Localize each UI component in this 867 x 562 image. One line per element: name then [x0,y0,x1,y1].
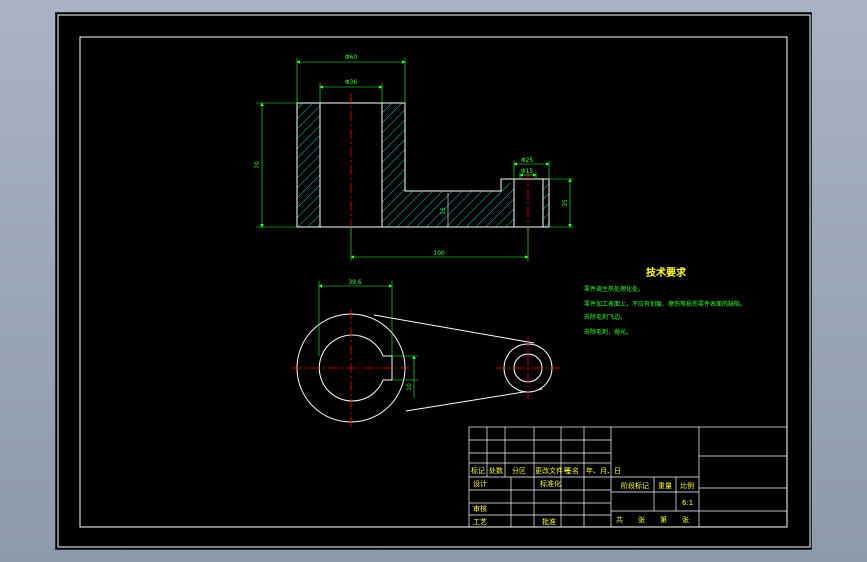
tech-req-title: 技术要求 [646,266,687,279]
dim-overall-height: 70 [254,161,261,169]
tb-scale-value: 6:1 [682,499,693,507]
tech-req-line-3: 去除毛刺飞边。 [584,313,626,321]
dim-small-inner: Φ15 [521,168,534,175]
dim-keyway-depth: 10 [406,383,413,391]
tb-weight: 重量 [658,482,672,490]
title-block-text: 标记 处数 分区 更改文件号 签名 年、月、日 设计 标准化 审核 工艺 批准 … [471,466,694,526]
tech-req-line-2: 零件加工表面上，不应有划痕、擦伤等损伤零件表面的缺陷。 [584,300,746,308]
dim-center-distance: 100 [433,250,445,257]
tb-date: 年、月、日 [586,466,621,475]
link-lower-edge [405,388,543,412]
tb-signature: 签名 [565,466,579,475]
hatch-left-wall [297,103,320,227]
section-view: Φ60 Φ36 70 Φ25 Φ15 35 100 15 [254,54,574,261]
tb-scale: 比例 [680,481,694,490]
tb-standardize: 标准化 [540,479,561,488]
dim-keyway-width: 39.6 [348,279,362,286]
dim-web: 15 [440,207,447,215]
tb-stage-mark: 阶段标记 [621,481,649,490]
tech-req-line-4: 去除毛刺，抛光。 [584,328,632,336]
dim-bore-diameter: Φ36 [345,79,358,86]
tb-sheet-total: 共 [616,515,623,524]
tb-sheet-unit-1: 张 [638,515,645,524]
inner-frame [79,36,788,528]
tech-req-line-1: 零件调主热处理化处。 [584,285,644,293]
cad-viewport[interactable]: Φ60 Φ36 70 Φ25 Φ15 35 100 15 39.6 10 技术要… [55,12,812,550]
dim-small-height: 35 [562,199,569,207]
hatch-small-boss [543,179,549,227]
tb-review: 审核 [473,504,487,513]
tb-mark: 标记 [471,466,485,475]
tb-designer: 设计 [473,479,487,488]
link-upper-edge [373,314,535,344]
top-view: 39.6 10 [292,279,560,427]
dim-small-outer: Φ25 [521,157,534,164]
technical-requirements: 技术要求 零件调主热处理化处。 零件加工表面上，不应有划痕、擦伤等损伤零件表面的… [584,266,746,336]
outer-frame [57,14,811,548]
tb-process: 工艺 [473,518,487,526]
tb-sheet-unit-2: 张 [682,515,689,524]
tb-sheet-no: 第 [660,515,667,524]
tb-count: 处数 [489,466,503,475]
title-block [468,426,788,528]
drawing-canvas: Φ60 Φ36 70 Φ25 Φ15 35 100 15 39.6 10 技术要… [57,14,811,548]
tb-approve: 批准 [542,517,556,526]
tb-zone: 分区 [512,466,526,475]
dim-top-width: Φ60 [345,54,358,61]
